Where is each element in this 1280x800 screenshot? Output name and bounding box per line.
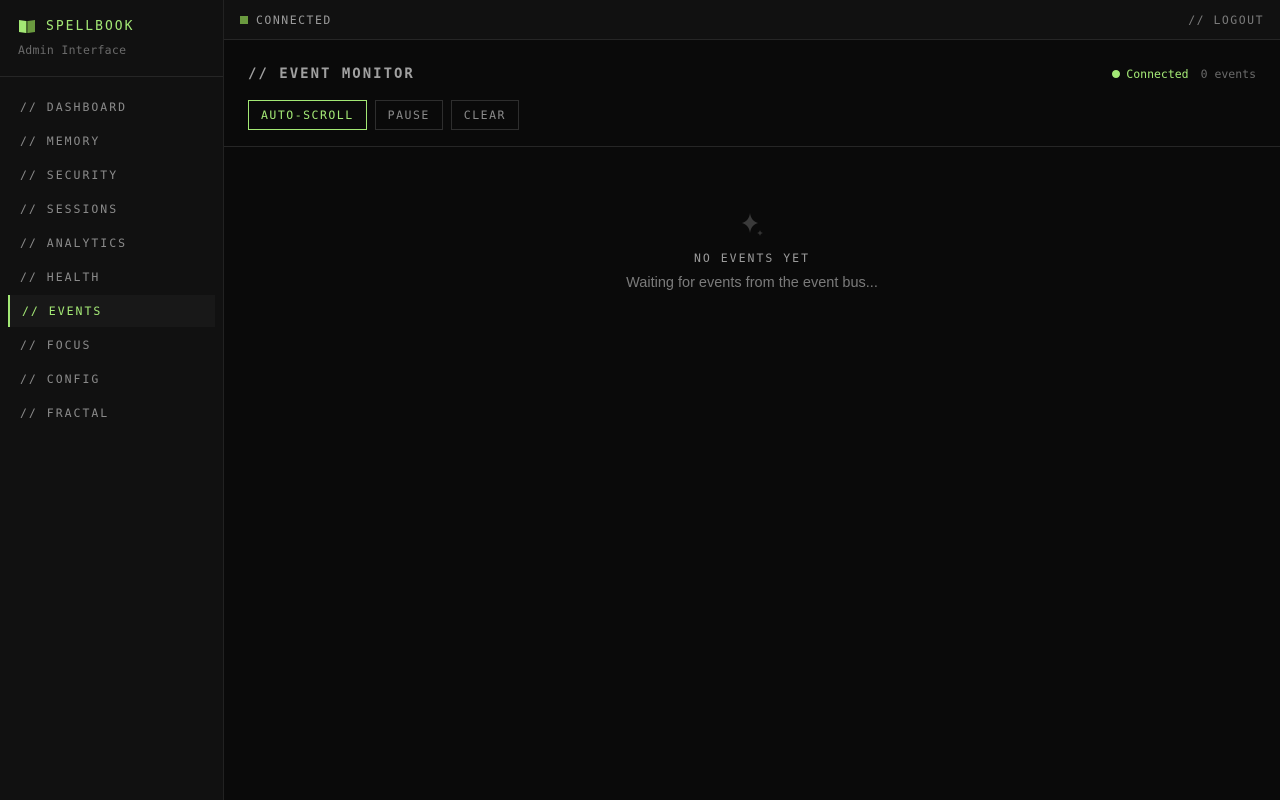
sparkle-icon xyxy=(742,213,763,236)
topbar: CONNECTED // LOGOUT xyxy=(224,0,1280,40)
sidebar: SPELLBOOK Admin Interface // DASHBOARD /… xyxy=(0,0,224,800)
event-monitor-header: // EVENT MONITOR Connected 0 events AUTO… xyxy=(224,40,1280,147)
connection-indicator: CONNECTED xyxy=(240,13,332,27)
monitor-controls: AUTO-SCROLL PAUSE CLEAR xyxy=(248,100,1256,130)
event-count: 0 events xyxy=(1200,67,1256,81)
sidebar-item-security[interactable]: // SECURITY xyxy=(8,159,215,191)
sidebar-item-memory[interactable]: // MEMORY xyxy=(8,125,215,157)
connection-status-icon xyxy=(240,15,248,24)
brand-title: SPELLBOOK xyxy=(46,18,135,34)
book-icon xyxy=(19,20,35,33)
stream-status: Connected 0 events xyxy=(1112,67,1256,81)
brand-subtitle: Admin Interface xyxy=(18,43,127,57)
auto-scroll-button[interactable]: AUTO-SCROLL xyxy=(248,100,367,130)
pause-button[interactable]: PAUSE xyxy=(374,100,443,130)
main-panel: CONNECTED // LOGOUT // EVENT MONITOR Con… xyxy=(224,0,1280,800)
empty-state-subtitle: Waiting for events from the event bus... xyxy=(626,275,878,291)
empty-state: NO EVENTS YET Waiting for events from th… xyxy=(224,147,1280,291)
monitor-title-row: // EVENT MONITOR Connected 0 events xyxy=(248,66,1256,82)
sidebar-item-sessions[interactable]: // SESSIONS xyxy=(8,193,215,225)
sidebar-item-focus[interactable]: // FOCUS xyxy=(8,329,215,361)
sidebar-item-health[interactable]: // HEALTH xyxy=(8,261,215,293)
page-title: // EVENT MONITOR xyxy=(248,66,415,82)
sidebar-item-events[interactable]: // EVENTS xyxy=(8,295,215,327)
brand: SPELLBOOK Admin Interface xyxy=(0,0,223,77)
sidebar-item-dashboard[interactable]: // DASHBOARD xyxy=(8,91,215,123)
status-dot-icon xyxy=(1112,70,1121,78)
logout-button[interactable]: // LOGOUT xyxy=(1188,13,1264,27)
connection-label: CONNECTED xyxy=(256,12,332,27)
sidebar-nav: // DASHBOARD // MEMORY // SECURITY // SE… xyxy=(0,77,223,429)
sidebar-item-config[interactable]: // CONFIG xyxy=(8,363,215,395)
sidebar-item-analytics[interactable]: // ANALYTICS xyxy=(8,227,215,259)
brand-row[interactable]: SPELLBOOK xyxy=(18,18,207,34)
empty-state-title: NO EVENTS YET xyxy=(693,251,810,265)
app-root: SPELLBOOK Admin Interface // DASHBOARD /… xyxy=(0,0,1280,800)
sidebar-item-fractal[interactable]: // FRACTAL xyxy=(8,397,215,429)
stream-status-text: Connected xyxy=(1126,67,1189,81)
clear-button[interactable]: CLEAR xyxy=(450,100,519,130)
